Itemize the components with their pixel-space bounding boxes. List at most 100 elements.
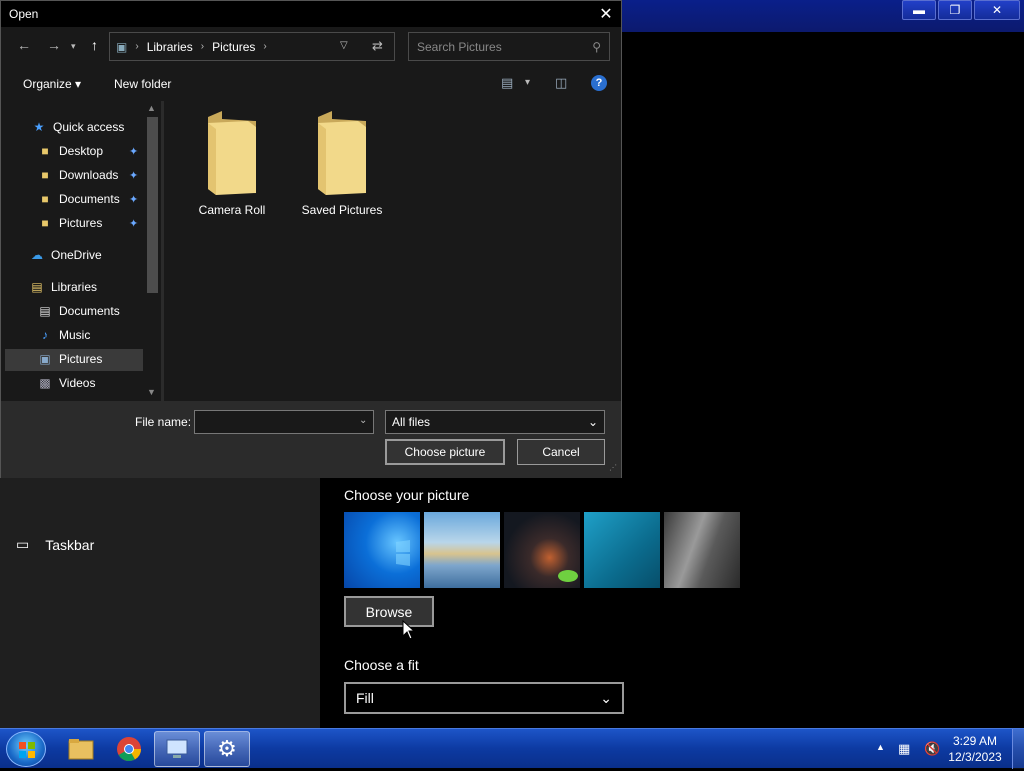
fit-value: Fill	[356, 690, 374, 706]
folder-icon	[68, 739, 94, 760]
up-arrow-icon[interactable]: ↑	[91, 37, 98, 53]
sidebar-item-taskbar[interactable]: ▭ Taskbar	[16, 536, 94, 553]
close-icon[interactable]: ✕	[591, 1, 621, 27]
clock-date: 12/3/2023	[948, 750, 1002, 764]
folder-label: Saved Pictures	[301, 203, 383, 217]
music-note-icon: ♪	[42, 328, 48, 342]
show-hidden-icons-icon[interactable]: ▲	[876, 742, 885, 752]
caption-buttons: ▬ ❐ ✕	[902, 0, 1020, 20]
organize-button[interactable]: Organize ▾	[23, 77, 81, 91]
windows-taskbar: ⚙ ▲ ▦ 🔇 3:29 AM 12/3/2023	[0, 728, 1024, 769]
recent-locations-chevron-icon[interactable]: ▾	[71, 41, 76, 52]
preview-pane-icon[interactable]: ◫	[555, 75, 567, 91]
nav-item-videos[interactable]: ▩ Videos	[37, 372, 95, 394]
back-arrow-icon[interactable]: ←	[17, 37, 31, 53]
close-button[interactable]: ✕	[974, 0, 1020, 20]
computer-icon	[166, 739, 188, 758]
fit-dropdown[interactable]: Fill ⌄	[344, 682, 624, 714]
dialog-titlebar: Open ✕	[1, 1, 621, 27]
folder-item[interactable]: Saved Pictures	[292, 107, 392, 217]
nav-item-libraries[interactable]: ▤ Libraries	[29, 276, 97, 298]
pictures-library-icon: ▣	[116, 39, 128, 54]
network-icon[interactable]: ▦	[898, 741, 910, 757]
pin-icon: ✦	[129, 146, 139, 158]
file-name-input[interactable]	[194, 410, 374, 434]
dialog-title: Open	[9, 7, 39, 21]
chevron-down-icon[interactable]: ⌄	[359, 415, 367, 426]
scroll-up-icon[interactable]: ▲	[147, 103, 156, 113]
navigation-bar: ← → ▾ ↑ ▣ › Libraries › Pictures › ▽ ⇄ S…	[1, 27, 621, 67]
picture-thumbnails	[344, 512, 740, 588]
settings-titlebar: ▬ ❐ ✕	[620, 0, 1024, 32]
chrome-taskbar-button[interactable]	[106, 731, 152, 767]
start-button[interactable]	[6, 731, 46, 767]
help-icon[interactable]: ?	[591, 75, 607, 91]
chrome-icon	[117, 737, 141, 762]
breadcrumb-libraries[interactable]: Libraries	[147, 40, 193, 54]
folder-icon	[318, 111, 366, 195]
nav-item-music[interactable]: ♪ Music	[37, 324, 90, 346]
search-input[interactable]: Search Pictures	[417, 40, 502, 54]
minimize-button[interactable]: ▬	[902, 0, 936, 20]
chevron-down-icon[interactable]: ▽	[340, 40, 348, 51]
breadcrumb-pictures[interactable]: Pictures	[212, 40, 255, 54]
breadcrumb-separator-icon: ›	[263, 41, 267, 52]
nav-item-documents[interactable]: ■ Documents	[37, 188, 120, 210]
file-list: Camera Roll Saved Pictures	[164, 101, 621, 401]
choose-picture-button[interactable]: Choose picture	[385, 439, 505, 465]
settings-taskbar-button[interactable]: ⚙	[204, 731, 250, 767]
windows-logo-icon	[396, 540, 410, 566]
star-icon: ★	[33, 120, 45, 134]
address-bar[interactable]: ▣ › Libraries › Pictures › ▽ ⇄	[109, 32, 395, 61]
search-box[interactable]: Search Pictures ⚲	[408, 32, 610, 61]
nav-item-label: Documents	[59, 304, 120, 318]
nav-item-label: Music	[59, 328, 91, 342]
resize-grip-icon[interactable]: ⋰	[609, 463, 617, 472]
cloud-icon: ☁	[31, 248, 43, 262]
nav-item-pictures-library[interactable]: ▣ Pictures	[37, 348, 102, 370]
pin-icon: ✦	[129, 218, 139, 230]
file-explorer-taskbar-button[interactable]	[58, 731, 104, 767]
restore-button[interactable]: ❐	[938, 0, 972, 20]
browse-button[interactable]: Browse	[344, 596, 434, 627]
folder-item[interactable]: Camera Roll	[182, 107, 282, 217]
nav-item-quick-access[interactable]: ★ Quick access	[31, 116, 125, 138]
video-icon: ▩	[39, 376, 51, 390]
folder-label: Camera Roll	[198, 203, 266, 217]
remote-desktop-taskbar-button[interactable]	[154, 731, 200, 767]
wallpaper-thumbnail[interactable]	[664, 512, 740, 588]
mouse-cursor-icon	[402, 620, 416, 640]
change-view-icon[interactable]: ▤	[501, 75, 513, 91]
nav-item-label: Pictures	[59, 352, 103, 366]
chevron-down-icon[interactable]: ▾	[525, 77, 530, 88]
wallpaper-thumbnail[interactable]	[424, 512, 500, 588]
nav-item-desktop[interactable]: ■ Desktop	[37, 140, 103, 162]
nav-item-label: Documents	[59, 192, 120, 206]
breadcrumb-separator-icon: ›	[135, 41, 139, 52]
wallpaper-thumbnail[interactable]	[344, 512, 420, 588]
new-folder-button[interactable]: New folder	[114, 77, 171, 91]
nav-item-downloads[interactable]: ■ Downloads	[37, 164, 118, 186]
volume-muted-icon[interactable]: 🔇	[924, 741, 940, 757]
folder-icon	[208, 111, 256, 195]
wallpaper-thumbnail[interactable]	[584, 512, 660, 588]
nav-item-pictures[interactable]: ■ Pictures	[37, 212, 102, 234]
breadcrumb-separator-icon: ›	[200, 41, 205, 52]
nav-item-documents-library[interactable]: ▤ Documents	[37, 300, 120, 322]
libraries-icon: ▤	[31, 280, 43, 294]
refresh-icon[interactable]: ⇄	[372, 38, 383, 54]
pin-icon: ✦	[129, 170, 139, 182]
nav-item-label: Downloads	[59, 168, 119, 182]
show-desktop-button[interactable]	[1012, 729, 1024, 769]
file-type-dropdown[interactable]: All files ⌄	[385, 410, 605, 434]
scrollbar-thumb[interactable]	[147, 117, 158, 293]
wallpaper-thumbnail[interactable]	[504, 512, 580, 588]
scroll-down-icon[interactable]: ▼	[147, 387, 156, 397]
nav-item-label: Pictures	[59, 216, 103, 230]
nav-item-onedrive[interactable]: ☁ OneDrive	[29, 244, 102, 266]
gear-icon: ⚙	[217, 736, 237, 761]
clock[interactable]: 3:29 AM 12/3/2023	[946, 733, 1004, 765]
cancel-button[interactable]: Cancel	[517, 439, 605, 465]
forward-arrow-icon[interactable]: →	[47, 37, 61, 53]
choose-picture-heading: Choose your picture	[344, 487, 470, 503]
